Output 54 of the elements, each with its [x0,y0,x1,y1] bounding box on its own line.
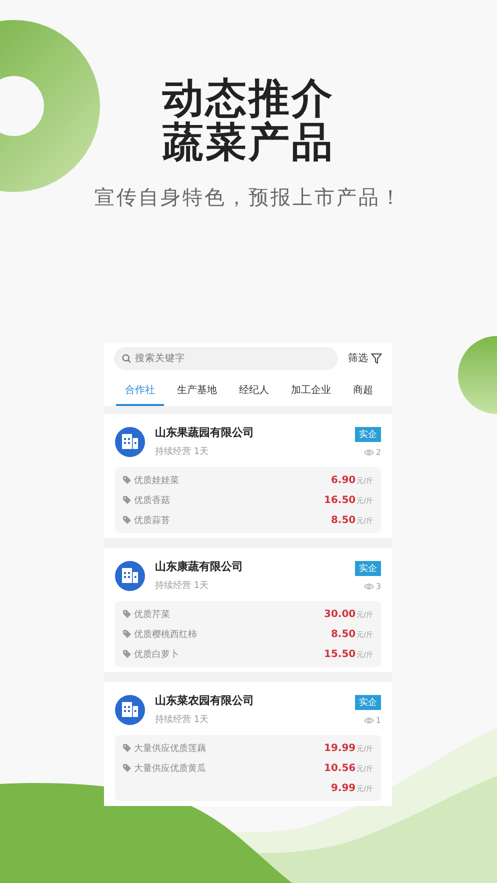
building-icon [122,702,138,717]
product-name: 优质芹菜 [134,608,170,620]
product-price: 16.50 [324,494,356,506]
tab[interactable]: 合作社 [116,381,164,406]
product-price: 8.50 [330,628,356,640]
tab[interactable]: 生产基地 [168,381,226,406]
company-subtitle: 持续经营 1天 [155,714,210,726]
tag-icon [123,764,131,772]
eye-icon [364,716,374,724]
building-icon [122,434,138,449]
verified-badge: 实企 [355,694,381,710]
product-price: 6.90 [330,474,356,486]
company-subtitle: 持续经营 1天 [155,446,210,458]
product-price: 30.00 [324,608,356,620]
product-name: 优质白萝卜 [134,648,179,660]
product-name: 优质蒜苔 [134,514,170,526]
product-price: 8.50 [330,514,356,526]
tag-icon [123,744,131,752]
product-price: 19.99 [324,742,356,754]
headline: 动态推介 [162,76,334,120]
tab[interactable]: 加工企业 [282,381,340,406]
filter-button[interactable]: 筛选 [348,351,382,365]
company-name: 山东康蔬有限公司 [155,559,244,574]
headline: 蔬菜产品 [162,120,334,164]
company-name: 山东菜农园有限公司 [155,693,255,708]
view-count: 3 [376,582,381,590]
company-subtitle: 持续经营 1天 [155,580,210,592]
tag-icon [123,476,131,484]
filter-icon [371,352,382,364]
tab[interactable]: 商超 [344,381,382,406]
product-name: 优质樱桃西红柿 [134,628,197,640]
building-icon [122,568,138,583]
product-name: 大量供应优质莲藕 [134,742,206,754]
tab[interactable]: 经纪人 [230,381,278,406]
tag-icon [123,516,131,524]
product-name: 大量供应优质黄瓜 [134,762,206,774]
eye-icon [364,582,374,590]
product-price: 15.50 [324,648,356,660]
verified-badge: 实企 [355,560,381,576]
view-count: 1 [376,716,381,724]
product-price: 9.99 [330,782,356,794]
eye-icon [364,448,374,456]
company-name: 山东果蔬园有限公司 [155,425,255,440]
view-count: 2 [376,448,381,456]
search-field[interactable]: 搜索关键字 [114,346,338,370]
tag-icon [123,630,131,638]
tagline: 宣传自身特色，预报上市产品！ [94,184,402,211]
verified-badge: 实企 [355,426,381,442]
tag-icon [123,496,131,504]
tag-icon [123,610,131,618]
product-price: 10.56 [324,762,356,774]
tag-icon [123,650,131,658]
product-name: 优质香菇 [134,494,170,506]
product-name: 优质娃娃菜 [134,474,179,486]
